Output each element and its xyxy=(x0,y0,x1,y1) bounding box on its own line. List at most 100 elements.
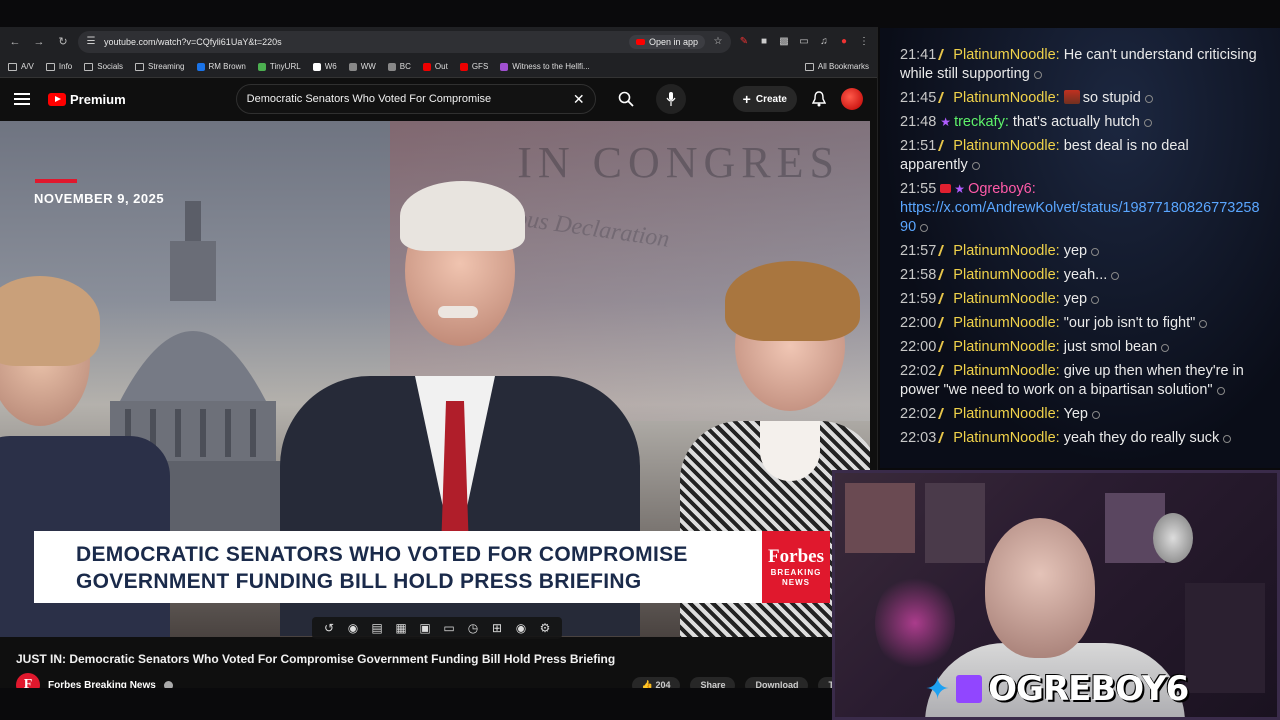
bookmark-item[interactable]: TinyURL xyxy=(257,62,301,71)
message-options-icon[interactable] xyxy=(1144,95,1153,103)
miniplayer-icon[interactable]: ▣ xyxy=(416,620,434,636)
clear-search-icon[interactable]: ✕ xyxy=(573,91,585,108)
bookmark-item[interactable]: Streaming xyxy=(135,62,185,71)
bookmark-star-icon[interactable]: ☆ xyxy=(711,35,725,49)
chat-username[interactable]: PlatinumNoodle: xyxy=(953,406,1059,422)
chat-link[interactable]: https://x.com/AndrewKolvet/status/198771… xyxy=(900,200,1260,235)
download-button[interactable]: Download xyxy=(745,676,809,688)
chat-username[interactable]: PlatinumNoodle: xyxy=(953,138,1059,154)
search-icon[interactable] xyxy=(606,84,646,114)
extension-controls-bar: ↺ ◉ ▤ ▦ ▣ ▭ ◷ ⊞ ◉ ⚙ xyxy=(312,617,562,639)
open-in-app-button[interactable]: Open in app xyxy=(628,34,705,49)
create-button[interactable]: + Create xyxy=(732,86,797,112)
reload-icon[interactable]: ↻ xyxy=(54,33,72,51)
bookmark-item[interactable]: A/V xyxy=(8,62,34,71)
channel-avatar[interactable]: F xyxy=(16,673,40,688)
all-bookmarks-button[interactable]: All Bookmarks xyxy=(804,62,869,71)
message-options-icon[interactable] xyxy=(1143,119,1152,127)
chat-username[interactable]: PlatinumNoodle: xyxy=(953,430,1059,446)
chat-username[interactable]: PlatinumNoodle: xyxy=(953,291,1059,307)
chat-username[interactable]: PlatinumNoodle: xyxy=(953,339,1059,355)
hamburger-menu-icon[interactable] xyxy=(14,93,30,105)
bookmark-item[interactable]: Socials xyxy=(84,62,123,71)
chat-message: 22:02 PlatinumNoodle: Yep xyxy=(900,405,1260,424)
puzzle-icon[interactable]: ▩ xyxy=(777,35,791,49)
bookmark-label: Info xyxy=(58,62,73,71)
chat-text: yeah... xyxy=(1063,267,1108,283)
sword-badge-icon xyxy=(938,269,952,280)
chat-username[interactable]: Ogreboy6: xyxy=(968,181,1036,197)
message-options-icon[interactable] xyxy=(1091,411,1100,419)
bookmark-item[interactable]: GFS xyxy=(459,62,488,71)
audio-icon[interactable]: ◉ xyxy=(344,620,362,636)
chat-username[interactable]: PlatinumNoodle: xyxy=(953,363,1059,379)
notifications-bell-icon[interactable] xyxy=(807,87,831,111)
message-options-icon[interactable] xyxy=(1223,435,1232,443)
microphone-icon[interactable] xyxy=(655,84,686,114)
chat-username[interactable]: PlatinumNoodle: xyxy=(953,315,1059,331)
youtube-play-icon xyxy=(48,92,66,106)
chat-text: yep xyxy=(1063,291,1088,307)
message-options-icon[interactable] xyxy=(1033,71,1042,79)
cast-icon[interactable]: ▭ xyxy=(797,35,811,49)
loop-icon[interactable]: ↺ xyxy=(320,620,338,636)
youtube-icon xyxy=(635,38,645,45)
bookmark-item[interactable]: BC xyxy=(387,62,411,71)
bookmark-item[interactable]: RM Brown xyxy=(196,62,246,71)
chat-timestamp: 21:57 xyxy=(900,243,937,259)
favicon-icon xyxy=(312,62,321,71)
extension-icon[interactable]: ✎ xyxy=(737,35,751,49)
message-options-icon[interactable] xyxy=(1161,344,1170,352)
chat-message: 21:41 PlatinumNoodle: He can't understand… xyxy=(900,46,1260,84)
theater-icon[interactable]: ▭ xyxy=(440,620,458,636)
like-button[interactable]: 👍 204 xyxy=(631,676,681,688)
message-options-icon[interactable] xyxy=(1199,320,1208,328)
folder-icon xyxy=(135,62,145,71)
message-options-icon[interactable] xyxy=(971,162,980,170)
chat-text: Yep xyxy=(1063,406,1088,422)
bookmark-item[interactable]: Info xyxy=(45,62,73,71)
sword-badge-icon xyxy=(938,408,952,419)
chat-username[interactable]: treckafy: xyxy=(954,114,1009,130)
forward-icon[interactable]: → xyxy=(30,33,48,51)
forbes-sub: BREAKING NEWS xyxy=(770,568,822,587)
social-handle-overlay: ✦ OGREBOY6 xyxy=(925,669,1189,709)
sword-badge-icon xyxy=(938,317,952,328)
profile-icon[interactable]: ● xyxy=(837,35,851,49)
chat-username[interactable]: PlatinumNoodle: xyxy=(953,47,1059,63)
add-icon[interactable]: ⊞ xyxy=(488,620,506,636)
message-options-icon[interactable] xyxy=(1111,272,1120,280)
message-options-icon[interactable] xyxy=(1216,387,1225,395)
chat-username[interactable]: PlatinumNoodle: xyxy=(953,90,1059,106)
media-icon[interactable]: ♫ xyxy=(817,35,831,49)
bookmark-item[interactable]: Out xyxy=(422,62,448,71)
captions-icon[interactable]: ▤ xyxy=(368,620,386,636)
sword-badge-icon xyxy=(938,92,952,103)
channel-name[interactable]: Forbes Breaking News xyxy=(48,680,156,689)
message-options-icon[interactable] xyxy=(1091,296,1100,304)
back-icon[interactable]: ← xyxy=(6,33,24,51)
video-player[interactable]: IN CONGRES unanimous Declaration NOVEMBE… xyxy=(0,121,870,637)
extension-icon[interactable]: ■ xyxy=(757,35,771,49)
bookmark-item[interactable]: Witness to the Hellfi... xyxy=(500,62,590,71)
chapters-icon[interactable]: ▦ xyxy=(392,620,410,636)
message-options-icon[interactable] xyxy=(920,224,929,232)
youtube-logo[interactable]: Premium xyxy=(48,92,126,107)
bookmark-item[interactable]: W6 xyxy=(312,62,337,71)
chat-username[interactable]: PlatinumNoodle: xyxy=(953,267,1059,283)
folder-icon xyxy=(45,62,55,71)
speed-icon[interactable]: ◷ xyxy=(464,620,482,636)
sword-badge-icon xyxy=(938,49,952,60)
settings-gear-icon[interactable]: ⚙ xyxy=(536,620,554,636)
menu-icon[interactable]: ⋮ xyxy=(857,35,871,49)
chat-username[interactable]: PlatinumNoodle: xyxy=(953,243,1059,259)
share-button[interactable]: Share xyxy=(690,676,736,688)
search-input[interactable]: Democratic Senators Who Voted For Compro… xyxy=(235,84,596,114)
address-bar[interactable]: ☰ youtube.com/watch?v=CQfyli61UaY&t=220s… xyxy=(78,30,731,53)
message-options-icon[interactable] xyxy=(1091,248,1100,256)
site-info-icon[interactable]: ☰ xyxy=(84,35,98,49)
chat-timestamp: 21:55 xyxy=(900,181,937,197)
bookmark-item[interactable]: WW xyxy=(348,62,376,71)
screenshot-icon[interactable]: ◉ xyxy=(512,620,530,636)
account-avatar[interactable] xyxy=(841,88,863,110)
